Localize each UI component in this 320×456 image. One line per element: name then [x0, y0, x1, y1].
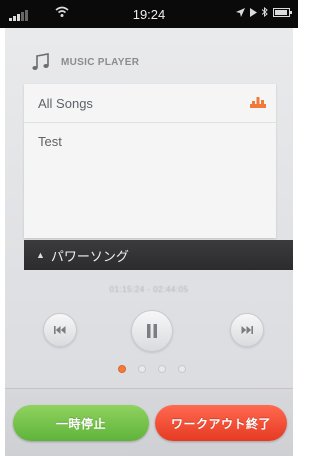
pause-icon: [147, 324, 157, 338]
next-track-button[interactable]: [230, 313, 264, 347]
header: MUSIC PLAYER: [31, 52, 139, 72]
now-playing-title: パワーソング: [50, 248, 129, 264]
page-dot[interactable]: [178, 365, 186, 373]
playlist-item-label: Test: [38, 134, 62, 149]
playlist-item-all-songs[interactable]: All Songs: [24, 84, 276, 122]
music-note-icon: [32, 53, 49, 70]
location-arrow-icon: [236, 7, 245, 17]
end-workout-button[interactable]: ワークアウト終了: [155, 405, 287, 441]
bottom-action-bar: 一時停止 ワークアウト終了: [5, 388, 293, 456]
page-indicator: [118, 365, 186, 373]
page-dot[interactable]: [138, 365, 146, 373]
battery-icon: [273, 7, 292, 17]
next-track-icon: [241, 326, 253, 334]
previous-track-button[interactable]: [43, 313, 77, 347]
header-title: MUSIC PLAYER: [61, 56, 140, 68]
page-dot-active[interactable]: [118, 365, 126, 373]
chevron-up-icon: ▲: [36, 250, 45, 260]
status-bar: 19:24: [0, 0, 298, 28]
play-pause-button[interactable]: [131, 310, 173, 352]
playlist-item-label: All Songs: [38, 95, 93, 111]
bluetooth-icon: [262, 7, 268, 17]
equalizer-icon: [250, 97, 266, 108]
previous-track-icon: [54, 326, 66, 334]
now-playing-subinfo: 01:15:24 - 02:44:05: [109, 285, 189, 294]
play-indicator-icon: [250, 7, 257, 17]
playlist-list: All Songs Test: [24, 84, 276, 238]
pause-workout-button[interactable]: 一時停止: [13, 405, 149, 441]
page-dot[interactable]: [158, 365, 166, 373]
playlist-item-test[interactable]: Test: [24, 122, 276, 160]
music-player-screen: MUSIC PLAYER All Songs Test ▲ パワーソング 01:…: [5, 28, 293, 456]
now-playing-bar[interactable]: ▲ パワーソング: [24, 240, 293, 270]
